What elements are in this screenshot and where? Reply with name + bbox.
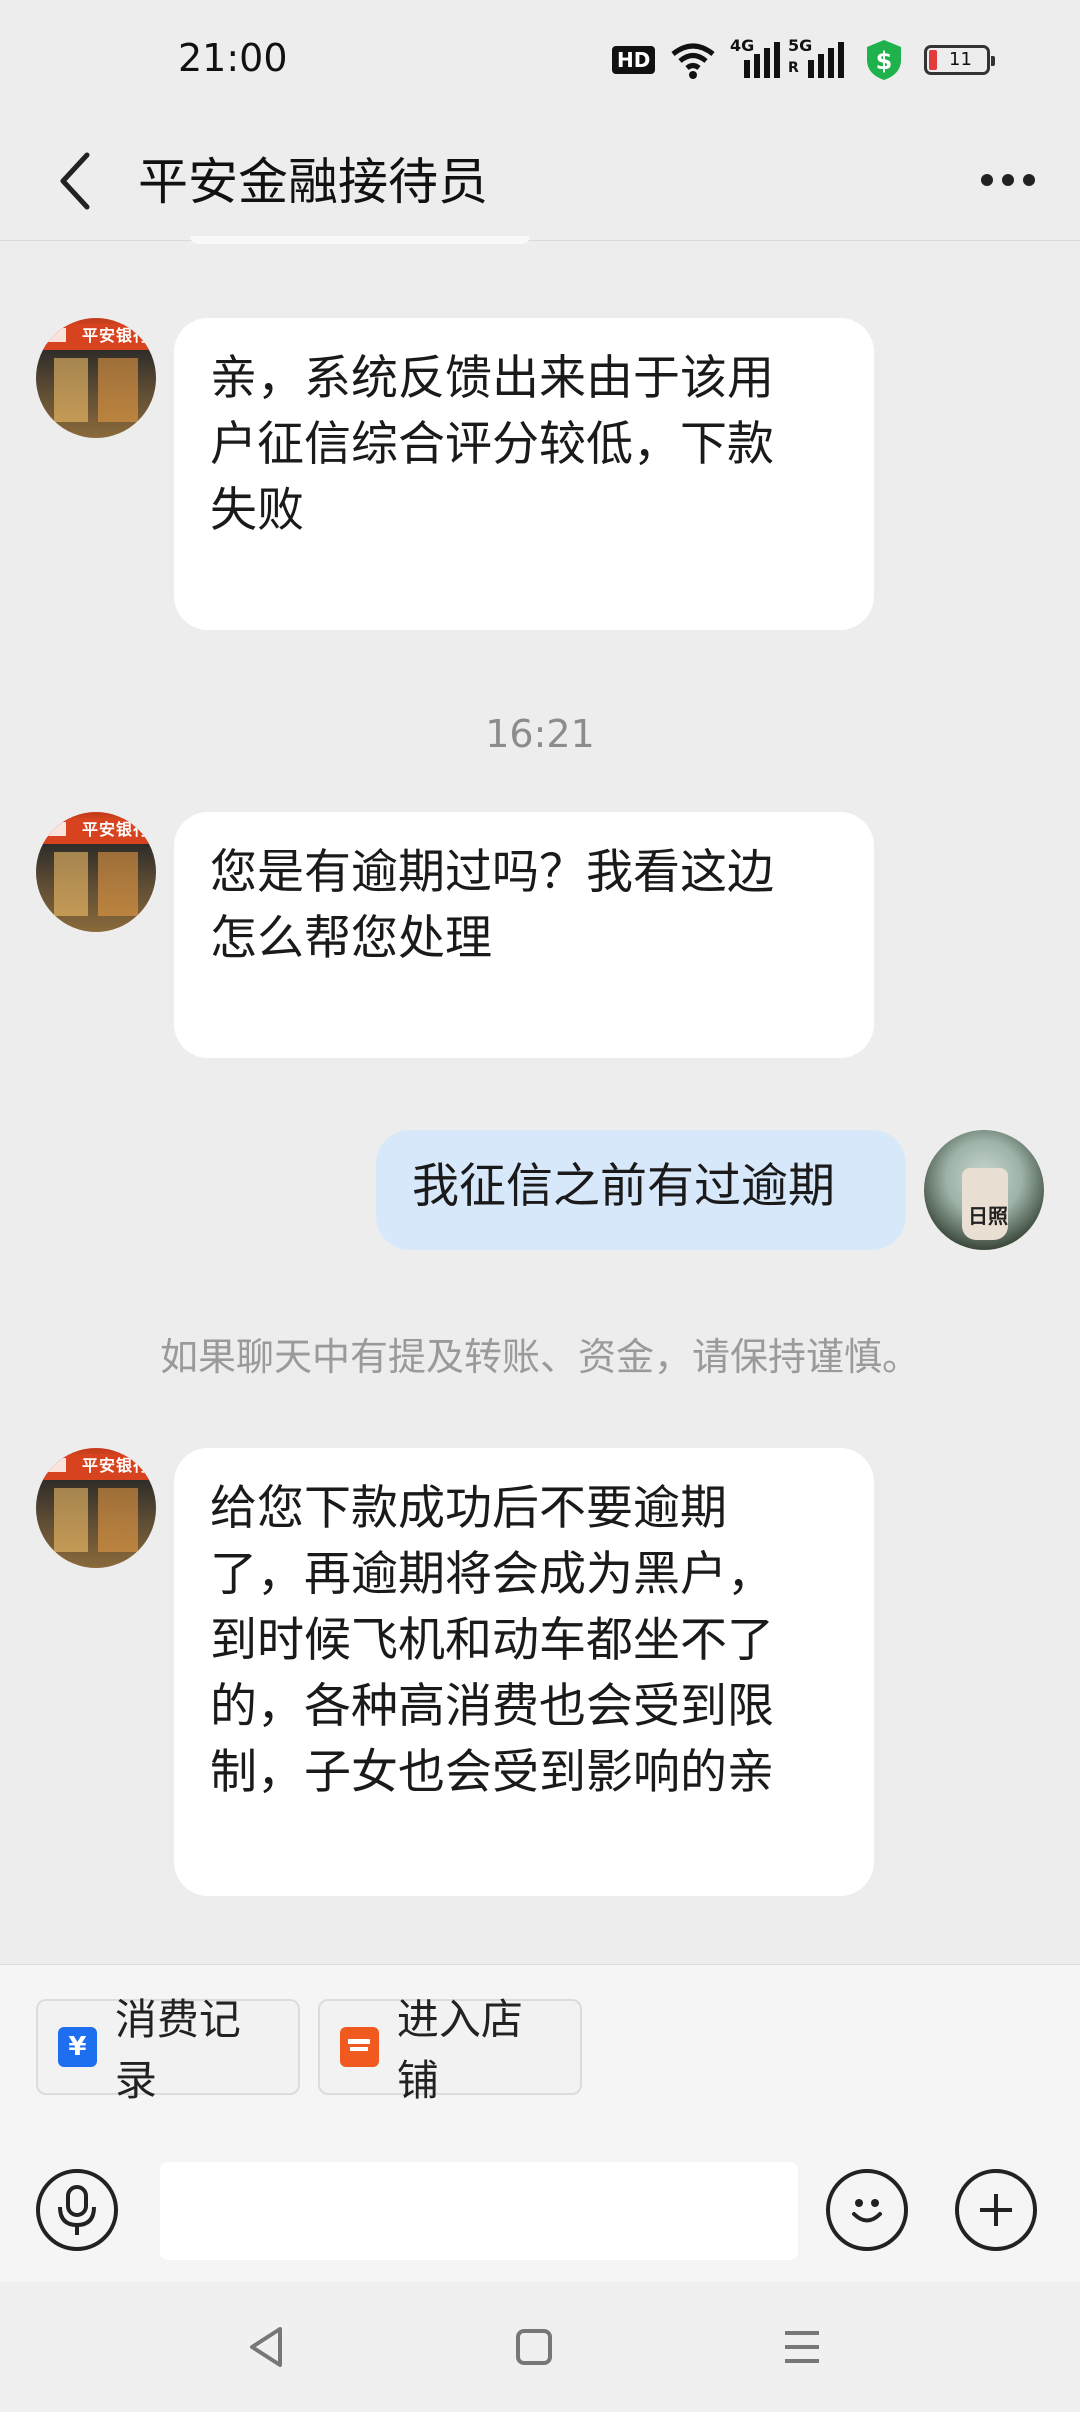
signal-5g-icon: 5G R: [788, 36, 848, 80]
status-time: 21:00: [178, 36, 288, 80]
enter-store-button[interactable]: 进入店铺: [318, 1995, 582, 2105]
message-line: 到时候飞机和动车都坐不了: [210, 1613, 774, 1668]
message-line: 我征信之前有过逾期: [412, 1159, 835, 1214]
agent-avatar[interactable]: 平安银行: [36, 812, 156, 932]
back-button[interactable]: [40, 136, 110, 226]
plus-icon: [980, 2194, 1012, 2226]
chip-label: 进入店铺: [396, 1995, 523, 2105]
wifi-icon: [670, 40, 716, 80]
avatar-sign-text: 平安银行: [82, 1456, 151, 1475]
network-label-2: 5G: [788, 36, 813, 55]
emoji-button[interactable]: [826, 2169, 908, 2251]
agent-avatar[interactable]: 平安银行: [36, 318, 156, 438]
status-bar: 21:00 HD 4G 5G R $ 11: [0, 0, 1080, 120]
message-line: 您是有逾期过吗？我看这边: [210, 845, 774, 900]
message-line: 亲，系统反馈出来由于该用: [210, 351, 774, 406]
message-line: 制，子女也会受到影响的亲: [210, 1745, 774, 1800]
message-bubble-incoming[interactable]: 亲，系统反馈出来由于该用 户征信综合评分较低，下款 失败: [174, 318, 874, 630]
message-bubble-outgoing[interactable]: 我征信之前有过逾期: [376, 1130, 906, 1250]
nav-back-button[interactable]: [226, 2312, 306, 2382]
hd-label: HD: [612, 46, 656, 74]
microphone-icon: [58, 2185, 96, 2235]
yuan-receipt-icon: ¥: [58, 2027, 97, 2067]
safety-notice: 如果聊天中有提及转账、资金，请保持谨慎。: [159, 1335, 920, 1379]
more-options-button[interactable]: [970, 150, 1046, 210]
menu-lines-icon: [785, 2331, 819, 2363]
previous-message-edge: [190, 236, 530, 244]
message-line: 失败: [210, 483, 304, 538]
message-line: 怎么帮您处理: [210, 911, 492, 966]
page-title: 平安金融接待员: [138, 153, 488, 211]
smiley-icon: [852, 2199, 882, 2223]
svg-text:$: $: [876, 47, 893, 75]
user-avatar[interactable]: 日照: [924, 1130, 1044, 1250]
agent-avatar[interactable]: 平安银行: [36, 1448, 156, 1568]
message-line: 了，再逾期将会成为黑户，: [210, 1547, 774, 1602]
network-label-1: 4G: [730, 36, 755, 55]
message-line: 的，各种高消费也会受到限: [210, 1679, 774, 1734]
battery-level: 11: [949, 49, 972, 70]
message-bubble-incoming[interactable]: 给您下款成功后不要逾期 了，再逾期将会成为黑户， 到时候飞机和动车都坐不了 的，…: [174, 1448, 874, 1896]
system-nav-bar: [0, 2282, 1080, 2412]
chat-header: 平安金融接待员: [0, 120, 1080, 241]
more-functions-button[interactable]: [955, 2169, 1037, 2251]
more-dots-icon: [981, 174, 993, 186]
consumption-record-button[interactable]: ¥ 消费记录: [36, 1995, 300, 2105]
avatar-sign-text: 平安银行: [82, 326, 151, 345]
chip-label: 消费记录: [114, 1995, 241, 2105]
message-bubble-incoming[interactable]: 您是有逾期过吗？我看这边 怎么帮您处理: [174, 812, 874, 1058]
shield-dollar-icon: $: [864, 40, 904, 80]
voice-input-button[interactable]: [36, 2169, 118, 2251]
nav-home-button[interactable]: [494, 2312, 574, 2382]
message-line: 给您下款成功后不要逾期: [210, 1481, 727, 1536]
avatar-cup-text: 日照: [968, 1204, 1008, 1228]
message-timestamp: 16:21: [485, 712, 595, 756]
store-icon: [340, 2027, 379, 2067]
nav-menu-button[interactable]: [762, 2312, 842, 2382]
signal-4g-icon: 4G: [730, 36, 780, 80]
message-line: 户征信综合评分较低，下款: [210, 417, 774, 472]
battery-icon: 11: [924, 40, 995, 80]
back-triangle-icon: [250, 2327, 282, 2367]
message-input[interactable]: [160, 2162, 798, 2260]
chevron-left-icon: [60, 152, 90, 210]
avatar-sign-text: 平安银行: [82, 820, 151, 839]
home-square-icon: [516, 2329, 552, 2365]
hd-icon: HD: [612, 40, 656, 80]
